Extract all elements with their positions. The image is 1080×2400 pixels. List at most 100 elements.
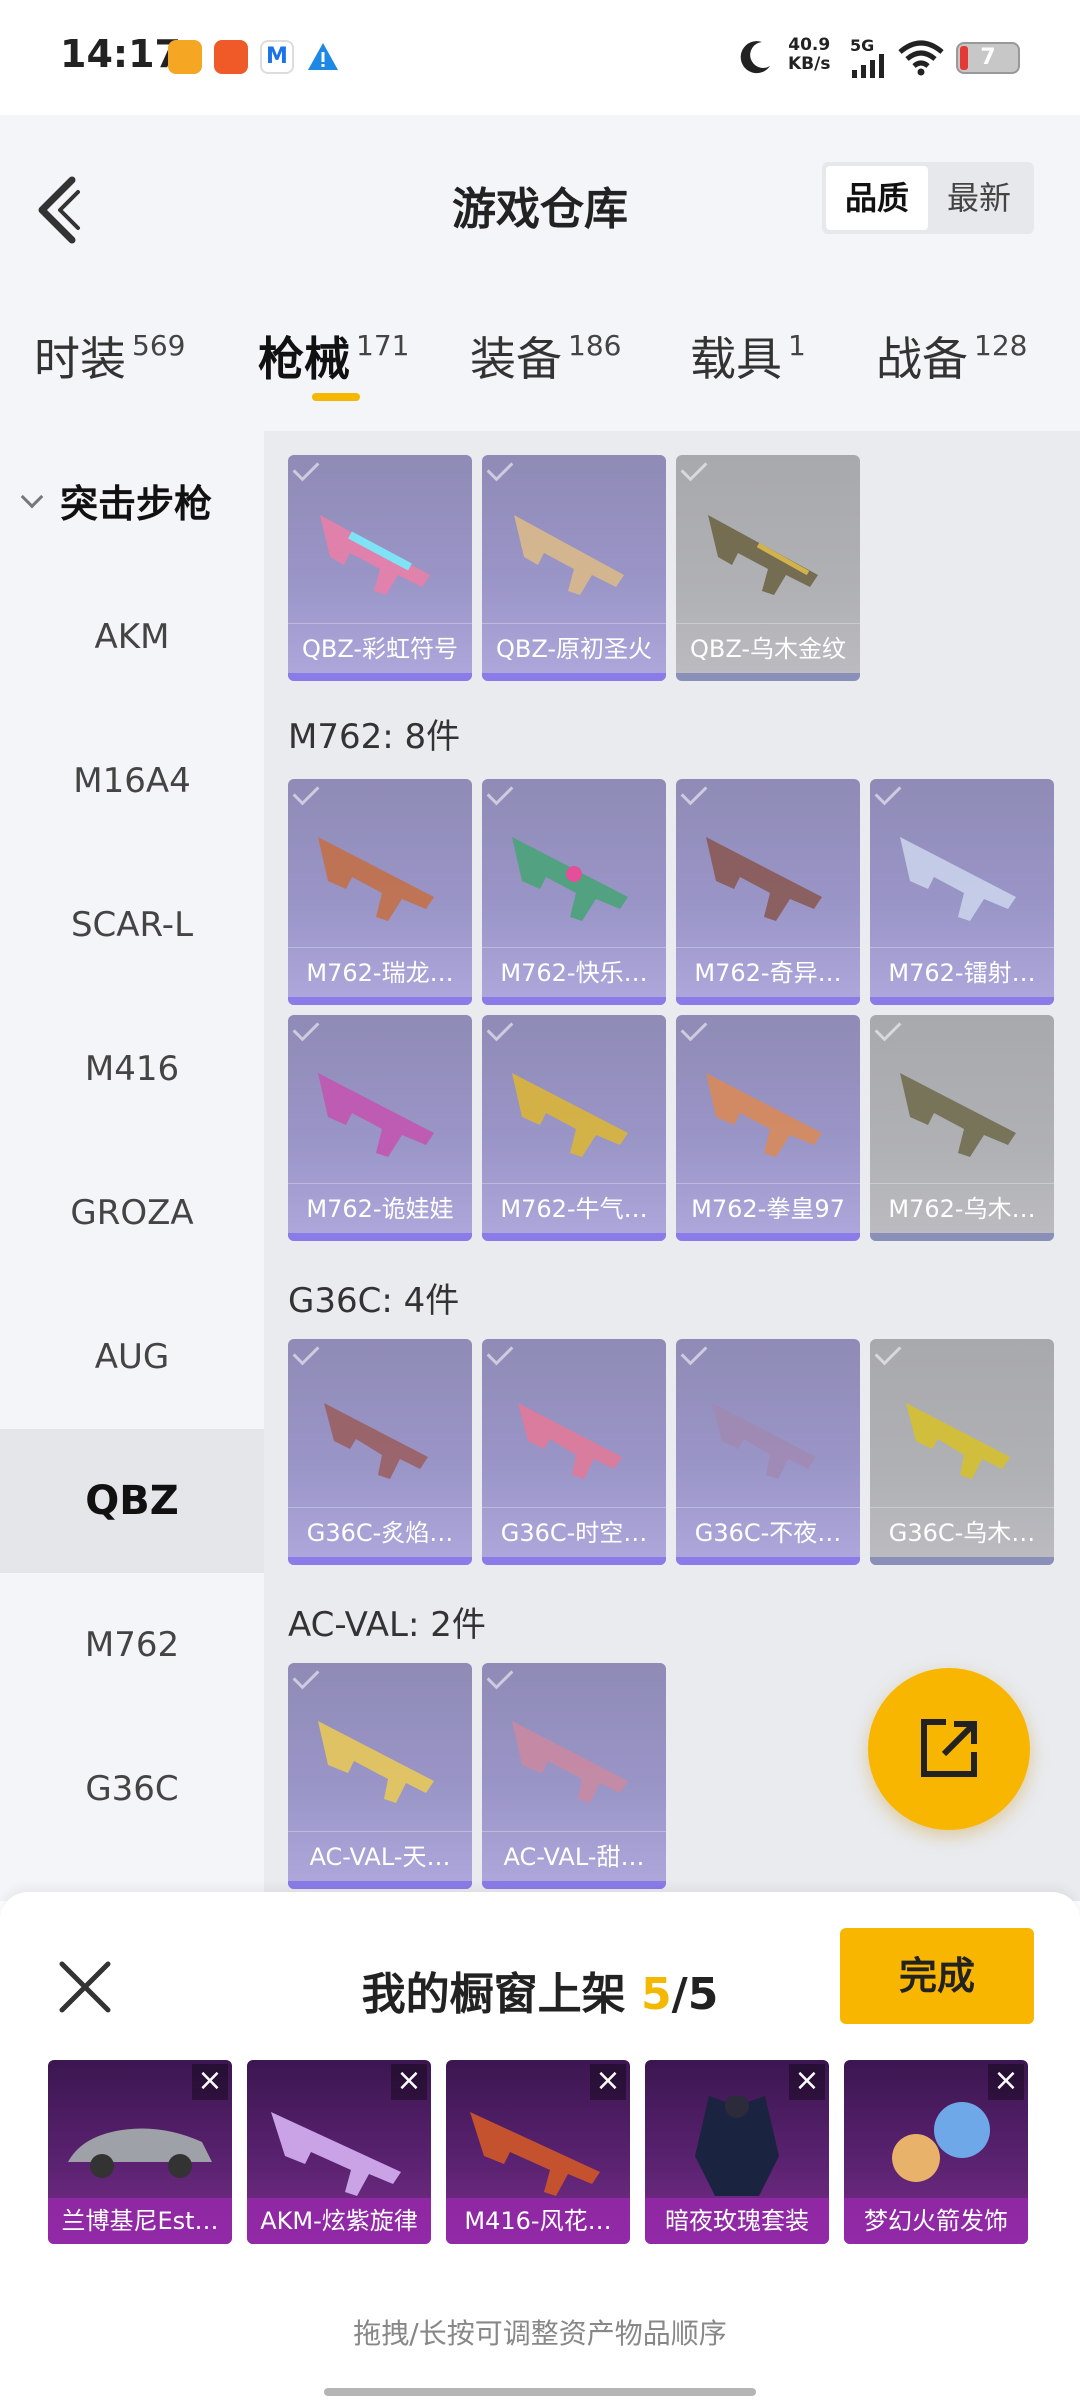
tab-vehicles[interactable]: 载具 1 bbox=[690, 323, 806, 389]
group-header-acval: AC-VAL: 2件 bbox=[288, 1605, 486, 1645]
tab-fashion[interactable]: 时装 569 bbox=[34, 323, 185, 389]
check-icon bbox=[292, 1663, 320, 1690]
check-icon bbox=[486, 1015, 514, 1042]
sidebar-item-m16a4[interactable]: M16A4 bbox=[0, 709, 264, 853]
item-card[interactable]: M762-瑞龙… bbox=[288, 779, 472, 1005]
sidebar-item-aug[interactable]: AUG bbox=[0, 1285, 264, 1429]
showcase-item[interactable]: × 梦幻火箭发饰 bbox=[844, 2060, 1028, 2244]
mail-icon: M bbox=[260, 40, 294, 74]
item-card[interactable]: G36C-时空… bbox=[482, 1339, 666, 1565]
item-name: M762-奇异… bbox=[676, 947, 860, 997]
item-card[interactable]: AC-VAL-甜… bbox=[482, 1663, 666, 1889]
check-icon bbox=[486, 1339, 514, 1366]
remove-item-button[interactable]: × bbox=[192, 2064, 228, 2100]
group-header-m762: M762: 8件 bbox=[288, 717, 461, 757]
item-card[interactable]: G36C-乌木… bbox=[870, 1339, 1054, 1565]
item-name: G36C-炙焰… bbox=[288, 1507, 472, 1557]
wifi-icon bbox=[898, 40, 944, 76]
item-name: M762-乌木… bbox=[870, 1183, 1054, 1233]
item-card[interactable]: M762-快乐… bbox=[482, 779, 666, 1005]
sidebar-item-scar-l[interactable]: SCAR-L bbox=[0, 853, 264, 997]
check-icon bbox=[874, 1339, 902, 1366]
tab-firearms[interactable]: 枪械 171 bbox=[258, 323, 409, 389]
check-icon bbox=[292, 779, 320, 806]
remove-item-button[interactable]: × bbox=[789, 2064, 825, 2100]
sort-latest-button[interactable]: 最新 bbox=[928, 166, 1030, 230]
item-card[interactable]: M762-牛气… bbox=[482, 1015, 666, 1241]
check-icon bbox=[874, 779, 902, 806]
rifle-icon bbox=[318, 1073, 434, 1157]
rifle-icon bbox=[271, 2112, 401, 2196]
showcase-panel: 我的橱窗上架 5/5 完成 × 兰博基尼Est… × AKM-炫紫旋律 × M4… bbox=[0, 1892, 1080, 2400]
item-card[interactable]: G36C-炙焰… bbox=[288, 1339, 472, 1565]
showcase-item-name: AKM-炫紫旋律 bbox=[247, 2198, 431, 2244]
sidebar-item-m762[interactable]: M762 bbox=[0, 1573, 264, 1717]
sidebar-item-akm[interactable]: AKM bbox=[0, 565, 264, 709]
share-icon bbox=[921, 1719, 977, 1777]
rifle-icon bbox=[320, 515, 430, 595]
notification-app-icon bbox=[168, 40, 202, 74]
rifle-icon bbox=[514, 515, 624, 595]
chevron-down-icon bbox=[20, 485, 44, 509]
check-icon bbox=[874, 1015, 902, 1042]
item-card[interactable]: M762-镭射… bbox=[870, 779, 1054, 1005]
sidebar-item-qbz[interactable]: QBZ bbox=[0, 1429, 264, 1573]
home-indicator[interactable] bbox=[324, 2388, 756, 2396]
rifle-icon bbox=[318, 837, 434, 921]
showcase-item[interactable]: × 兰博基尼Est… bbox=[48, 2060, 232, 2244]
item-card[interactable]: M762-乌木… bbox=[870, 1015, 1054, 1241]
showcase-item[interactable]: × AKM-炫紫旋律 bbox=[247, 2060, 431, 2244]
rifle-icon bbox=[470, 2112, 600, 2196]
item-name: M762-快乐… bbox=[482, 947, 666, 997]
showcase-item-name: 暗夜玫瑰套装 bbox=[645, 2198, 829, 2244]
signal-icon bbox=[852, 54, 884, 78]
check-icon bbox=[680, 1339, 708, 1366]
sidebar-category-header[interactable]: 突击步枪 bbox=[18, 473, 212, 528]
sidebar-item-m416[interactable]: M416 bbox=[0, 997, 264, 1141]
item-name: M762-镭射… bbox=[870, 947, 1054, 997]
item-card[interactable]: AC-VAL-天… bbox=[288, 1663, 472, 1889]
car-icon bbox=[68, 2128, 212, 2178]
item-card[interactable]: QBZ-乌木金纹 bbox=[676, 455, 860, 681]
remove-item-button[interactable]: × bbox=[988, 2064, 1024, 2100]
status-bar: 14:17 M 40.9 KB/s 5G 7 bbox=[0, 0, 1080, 115]
group-header-g36c: G36C: 4件 bbox=[288, 1281, 460, 1321]
item-name: G36C-时空… bbox=[482, 1507, 666, 1557]
sort-quality-button[interactable]: 品质 bbox=[826, 166, 928, 230]
rifle-icon bbox=[712, 1403, 816, 1479]
item-card[interactable]: M762-拳皇97 bbox=[676, 1015, 860, 1241]
showcase-item[interactable]: × 暗夜玫瑰套装 bbox=[645, 2060, 829, 2244]
header: 游戏仓库 品质 最新 时装 569 枪械 171 装备 186 载具 1 战备 128 bbox=[0, 115, 1080, 431]
item-card[interactable]: M762-诡娃娃 bbox=[288, 1015, 472, 1241]
rifle-icon bbox=[706, 1073, 822, 1157]
network-speed: 40.9 KB/s bbox=[788, 35, 831, 74]
sidebar-item-groza[interactable]: GROZA bbox=[0, 1141, 264, 1285]
rifle-icon bbox=[906, 1403, 1010, 1479]
showcase-item-name: M416-风花… bbox=[446, 2198, 630, 2244]
status-time: 14:17 bbox=[60, 32, 181, 76]
check-icon bbox=[486, 1663, 514, 1690]
check-icon bbox=[292, 455, 320, 482]
item-card[interactable]: M762-奇异… bbox=[676, 779, 860, 1005]
sort-toggle: 品质 最新 bbox=[822, 162, 1034, 234]
tab-equipment[interactable]: 装备 186 bbox=[470, 323, 621, 389]
item-card[interactable]: QBZ-原初圣火 bbox=[482, 455, 666, 681]
category-sidebar: 突击步枪 AKM M16A4 SCAR-L M416 GROZA AUG QBZ… bbox=[0, 431, 264, 1901]
item-name: M762-拳皇97 bbox=[676, 1183, 860, 1233]
tab-gear[interactable]: 战备 128 bbox=[876, 323, 1027, 389]
remove-item-button[interactable]: × bbox=[590, 2064, 626, 2100]
item-name: M762-牛气… bbox=[482, 1183, 666, 1233]
check-icon bbox=[292, 1015, 320, 1042]
sidebar-item-g36c[interactable]: G36C bbox=[0, 1717, 264, 1861]
item-card[interactable]: G36C-不夜… bbox=[676, 1339, 860, 1565]
item-name: G36C-乌木… bbox=[870, 1507, 1054, 1557]
done-button[interactable]: 完成 bbox=[840, 1928, 1034, 2024]
showcase-item[interactable]: × M416-风花… bbox=[446, 2060, 630, 2244]
item-card[interactable]: QBZ-彩虹符号 bbox=[288, 455, 472, 681]
check-icon bbox=[292, 1339, 320, 1366]
share-button[interactable] bbox=[868, 1668, 1030, 1830]
item-name: QBZ-彩虹符号 bbox=[288, 623, 472, 673]
remove-item-button[interactable]: × bbox=[391, 2064, 427, 2100]
hair-accessory-icon bbox=[892, 2102, 990, 2182]
notification-app-icon bbox=[214, 40, 248, 74]
